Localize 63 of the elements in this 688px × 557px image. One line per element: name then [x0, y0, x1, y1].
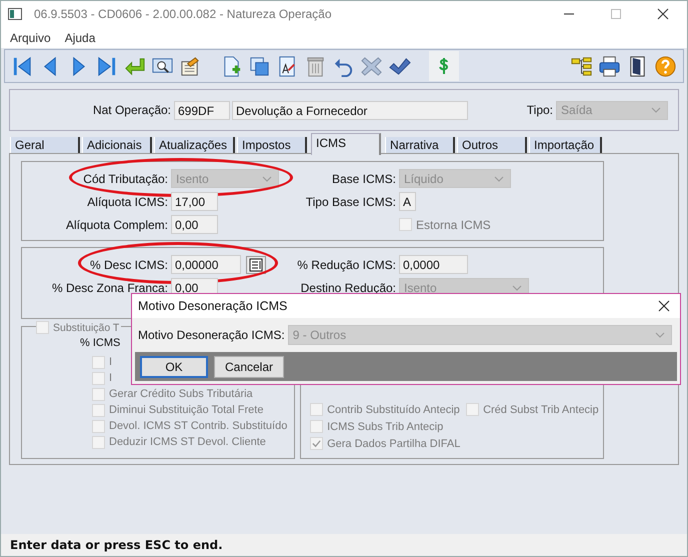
checkbox-label: I [109, 356, 112, 368]
tab[interactable]: Geral [10, 137, 80, 153]
close-icon[interactable] [657, 8, 669, 20]
text-field[interactable]: 0,00 [171, 215, 218, 234]
checkbox-label: Gera Dados Partilha DIFAL [327, 438, 460, 450]
checkbox-label: Deduzir ICMS ST Devol. Cliente [109, 436, 266, 448]
tree-icon[interactable] [570, 54, 593, 78]
close-icon[interactable] [658, 300, 670, 312]
field-label: Tipo: [526, 103, 554, 117]
checkbox-label: Gerar Crédito Subs Tributária [109, 388, 253, 400]
copy-icon[interactable] [248, 54, 271, 78]
checkbox-label: I [109, 372, 112, 384]
app-icon [8, 8, 22, 20]
chevron-icon [494, 176, 504, 182]
tab[interactable]: Impostos [237, 137, 308, 153]
field-label: Tipo Base ICMS: [306, 194, 396, 208]
tab[interactable]: ICMS [311, 133, 382, 155]
menu-item[interactable]: Ajuda [64, 30, 96, 44]
chevron-icon [655, 332, 665, 338]
field-label: Destino Redução: [300, 280, 396, 294]
text-field[interactable]: 17,00 [171, 192, 218, 211]
checkbox-label: Diminui Substituição Total Frete [109, 404, 264, 416]
checkbox-label: Devol. ICMS ST Contrib. Substituído [109, 420, 288, 432]
field-label: Alíquota Complem: [66, 218, 168, 232]
chevron-icon [512, 284, 522, 290]
ok-button[interactable]: OK [140, 356, 208, 378]
field-label: Nat Operação: [92, 103, 172, 117]
tab[interactable]: Narrativa [385, 137, 456, 153]
notepad-icon[interactable] [179, 54, 202, 78]
checkbox-label: Estorna ICMS [416, 218, 491, 232]
code-field[interactable]: 699DF [174, 100, 230, 120]
menu-item[interactable]: Arquivo [10, 30, 51, 44]
tab[interactable]: Atualizações [154, 137, 236, 153]
checkbox-label: Créd Subst Trib Antecip [483, 404, 599, 416]
help-icon[interactable] [654, 54, 677, 78]
description-field[interactable]: Devolução a Fornecedor [232, 100, 468, 120]
printer-icon[interactable] [598, 54, 621, 78]
window-title: 06.9.5503 - CD0606 - 2.00.00.082 - Natureza Operação [34, 7, 333, 21]
tab[interactable]: Importação [529, 137, 602, 153]
text-field[interactable]: A [399, 192, 416, 211]
field-label: % Desc Zona Franca: [52, 280, 168, 294]
dialog-title: Motivo Desoneração ICMS [138, 299, 288, 313]
field-label: Alíquota ICMS: [87, 194, 168, 208]
field-label: Base ICMS: [332, 172, 396, 186]
field-label: % Desc ICMS: [90, 258, 168, 272]
field-label: Motivo Desoneração ICMS: [138, 328, 285, 342]
cancel-button[interactable]: Cancelar [214, 356, 284, 378]
chevron-icon [262, 176, 272, 182]
checkbox-label: Substituição T [53, 322, 120, 334]
calculator-icon[interactable] [246, 256, 266, 274]
text-field[interactable]: 0,00000 [171, 255, 241, 274]
dollar-icon[interactable] [429, 51, 459, 81]
checkbox-label: ICMS Subs Trib Antecip [327, 420, 444, 432]
checkbox-label: Contrib Substituído Antecip [327, 404, 460, 416]
tab[interactable]: Outros [457, 137, 528, 153]
text-field[interactable]: 0,0000 [399, 255, 468, 274]
delete-x-icon[interactable] [360, 54, 383, 78]
chevron-icon [651, 107, 661, 113]
field-label: % Redução ICMS: [297, 258, 396, 272]
field-label: % ICMS [80, 337, 122, 349]
field-label: Cód Tributação: [83, 172, 168, 186]
status-text: Enter data or press ESC to end. [10, 538, 223, 552]
tab[interactable]: Adicionais [82, 137, 152, 153]
